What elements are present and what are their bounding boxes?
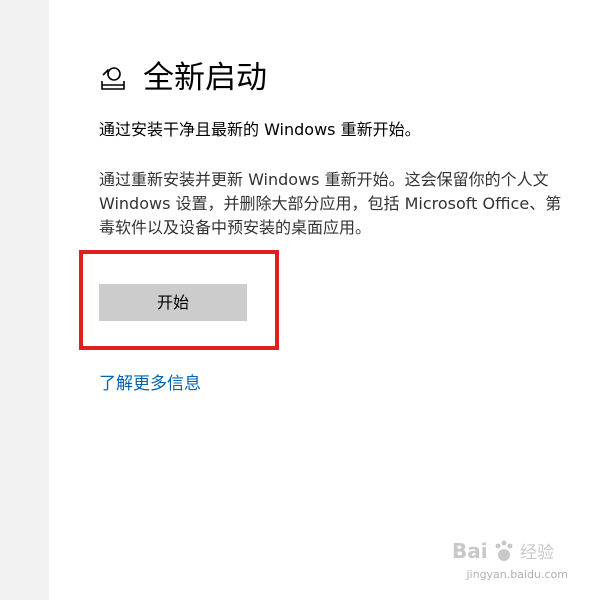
main-content: 全新启动 通过安装干净且最新的 Windows 重新开始。 通过重新安装并更新 … bbox=[49, 0, 600, 600]
watermark-logo-suffix: 经验 bbox=[520, 543, 554, 563]
start-button[interactable]: 开始 bbox=[99, 284, 247, 321]
page-header: 全新启动 bbox=[99, 58, 267, 98]
description-line: Windows 设置，并删除大部分应用，包括 Microsoft Office、… bbox=[99, 194, 562, 213]
fresh-start-icon bbox=[99, 64, 127, 92]
description-line: 毒软件以及设备中预安装的桌面应用。 bbox=[99, 218, 372, 237]
description-line: 通过重新安装并更新 Windows 重新开始。这会保留你的个人文 bbox=[99, 170, 549, 189]
baidu-logo-icon: Bai 经验 bbox=[452, 539, 554, 563]
watermark-logo-text: Bai bbox=[452, 539, 488, 563]
subtitle: 通过安装干净且最新的 Windows 重新开始。 bbox=[99, 120, 421, 139]
watermark-url: jingyan.baidu.com bbox=[466, 568, 568, 581]
baidu-jingyan-watermark: Bai 经验 jingyan.baidu.com bbox=[450, 536, 570, 582]
windows-settings-page: 全新启动 通过安装干净且最新的 Windows 重新开始。 通过重新安装并更新 … bbox=[0, 0, 600, 600]
left-nav-pane bbox=[0, 0, 49, 600]
page-title: 全新启动 bbox=[143, 60, 267, 96]
learn-more-link[interactable]: 了解更多信息 bbox=[99, 372, 201, 396]
description: 通过重新安装并更新 Windows 重新开始。这会保留你的个人文 Windows… bbox=[99, 168, 600, 240]
